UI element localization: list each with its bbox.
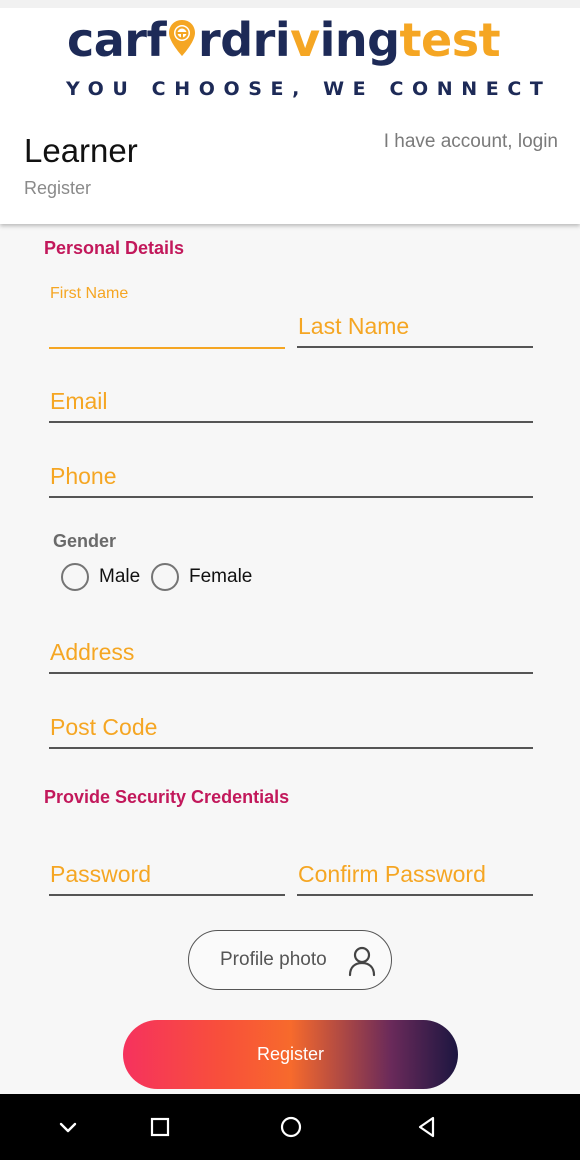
page-subtitle: Register [24, 178, 92, 198]
postcode-field[interactable]: Post Code [49, 709, 533, 749]
postcode-placeholder: Post Code [50, 714, 158, 740]
user-icon [347, 945, 377, 977]
security-credentials-heading: Provide Security Credentials [44, 787, 290, 807]
login-link[interactable]: I have account, login [384, 131, 558, 153]
register-button[interactable]: Register [123, 1020, 458, 1089]
address-placeholder: Address [50, 639, 135, 665]
status-bar [0, 0, 580, 8]
profile-photo-button[interactable]: Profile photo [188, 930, 392, 990]
last-name-placeholder: Last Name [298, 313, 410, 339]
system-navigation-bar [0, 1094, 580, 1160]
page-title: Learner [24, 132, 138, 169]
home-circle-icon[interactable] [278, 1114, 304, 1140]
phone-placeholder: Phone [50, 463, 117, 489]
location-pin-icon [167, 12, 197, 56]
recents-square-icon[interactable] [147, 1114, 173, 1140]
email-field[interactable]: Email [49, 383, 533, 423]
gender-female-radio[interactable] [151, 563, 179, 591]
gender-female-label[interactable]: Female [189, 566, 252, 588]
brand-tagline: YOU CHOOSE, WE CONNECT [66, 78, 552, 100]
address-field[interactable]: Address [49, 634, 533, 674]
gender-male-label[interactable]: Male [99, 566, 140, 588]
chevron-down-icon[interactable] [55, 1114, 81, 1140]
register-button-label: Register [256, 1044, 325, 1064]
first-name-field[interactable] [49, 309, 285, 349]
app-header: carf rdrivingtest YOU CHOOSE, WE CONNECT … [0, 0, 580, 224]
password-field[interactable]: Password [49, 856, 285, 896]
first-name-label: First Name [50, 285, 129, 302]
password-placeholder: Password [50, 861, 151, 887]
gender-male-radio[interactable] [61, 563, 89, 591]
personal-details-heading: Personal Details [44, 238, 185, 258]
phone-field[interactable]: Phone [49, 458, 533, 498]
profile-photo-label: Profile photo [220, 949, 327, 970]
confirm-password-placeholder: Confirm Password [298, 861, 486, 887]
email-placeholder: Email [50, 388, 108, 414]
logo-v-pin: v [290, 13, 320, 67]
confirm-password-field[interactable]: Confirm Password [297, 856, 533, 896]
gender-label: Gender [53, 531, 117, 551]
brand-logo: carf rdrivingtest [67, 12, 501, 67]
last-name-field[interactable]: Last Name [297, 308, 533, 348]
back-triangle-icon[interactable] [414, 1114, 440, 1140]
